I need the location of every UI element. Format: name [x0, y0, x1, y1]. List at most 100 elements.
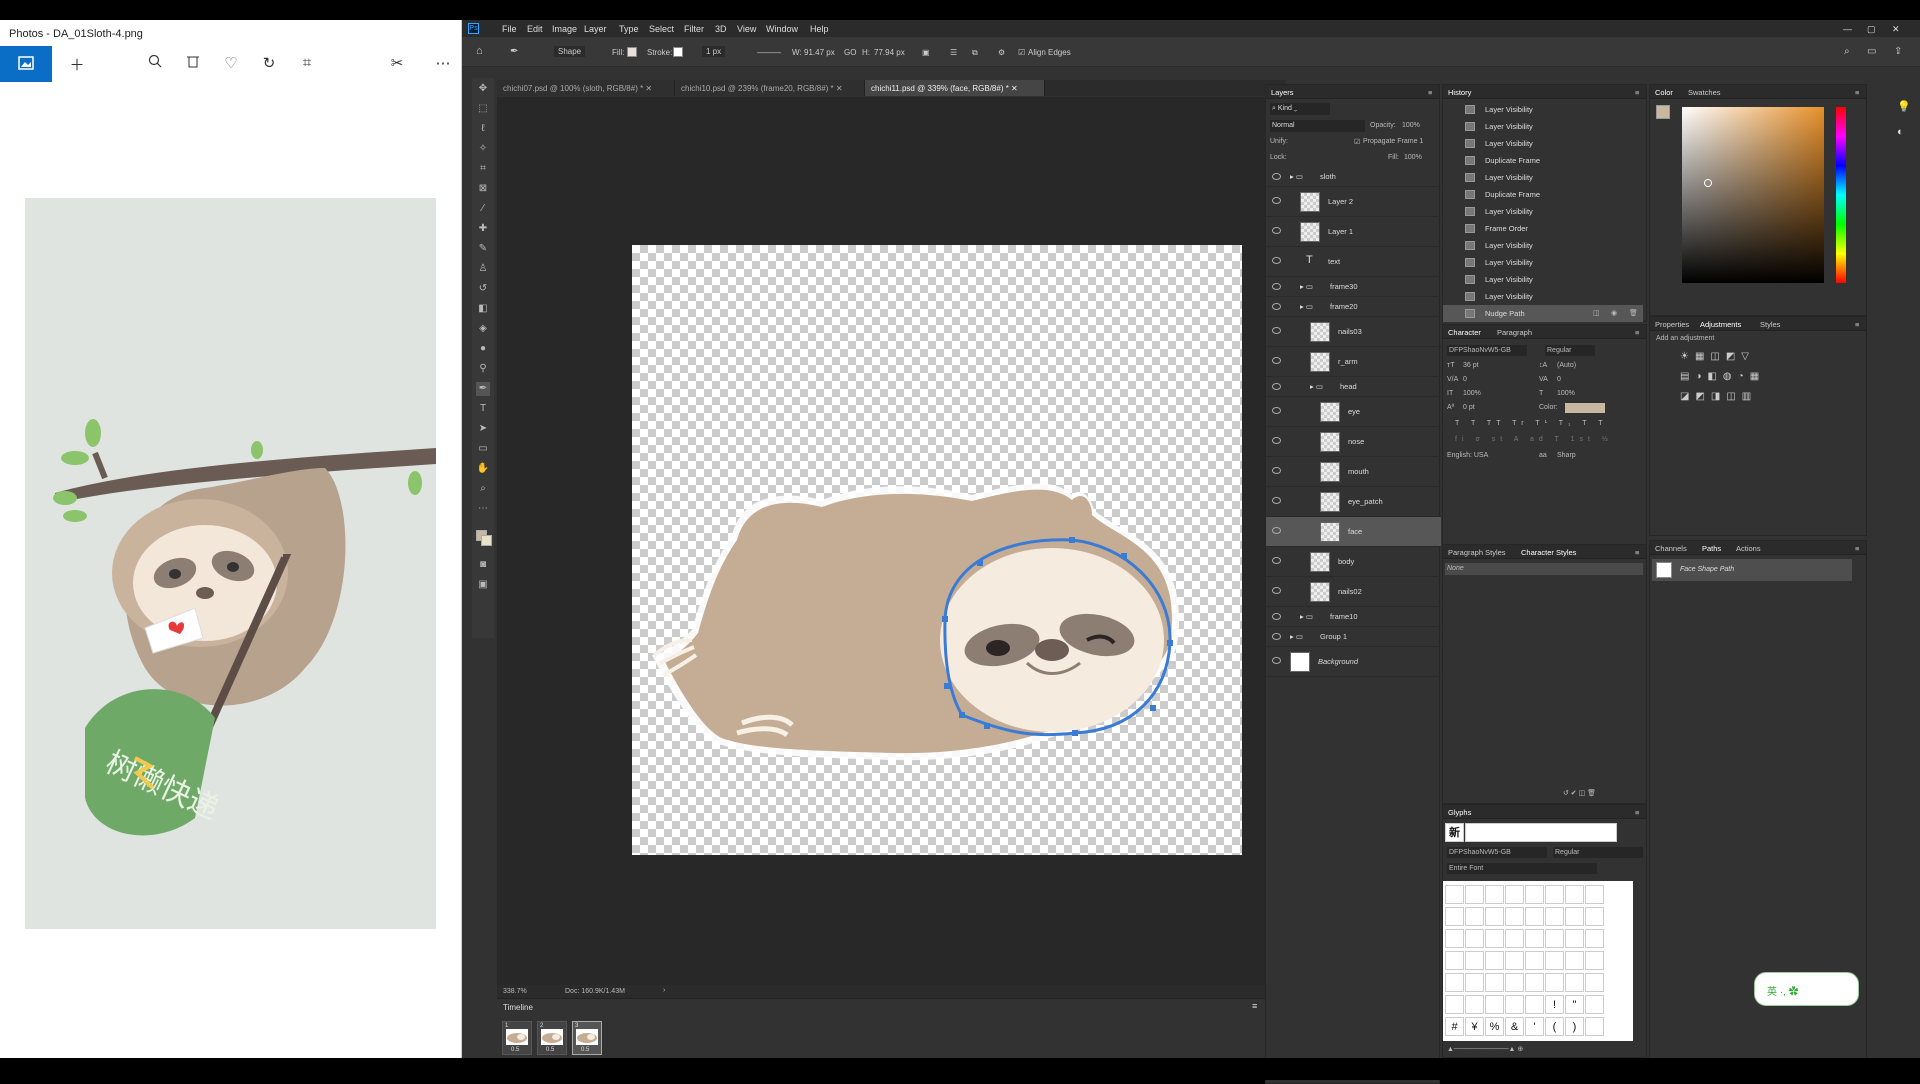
snapshot-icon[interactable]: ◫ — [1593, 309, 1600, 317]
document-canvas[interactable] — [632, 245, 1242, 855]
layer-row[interactable]: body — [1266, 547, 1441, 577]
glyph-cell[interactable] — [1465, 907, 1484, 926]
zoom-slider[interactable]: ▲───────────▲ ⊕ — [1447, 1045, 1523, 1053]
healing-brush-icon[interactable]: ✚ — [476, 222, 490, 236]
crop-icon[interactable]: ⌗ — [296, 54, 318, 71]
tab-chichi11[interactable]: chichi11.psd @ 339% (face, RGB/8#) * ✕ — [865, 80, 1045, 96]
layer-row[interactable]: eye — [1266, 397, 1441, 427]
lightbulb-icon[interactable]: 💡 — [1897, 100, 1911, 113]
glyph-cell[interactable] — [1585, 1017, 1604, 1036]
timeline-frame-1[interactable]: 1 0.5 — [502, 1021, 532, 1055]
eyedropper-icon[interactable]: ⁄ — [476, 202, 490, 216]
glyph-cell[interactable] — [1505, 951, 1524, 970]
history-item[interactable]: Layer Visibility — [1443, 101, 1643, 118]
blur-tool-icon[interactable]: ● — [476, 342, 490, 356]
image-icon[interactable] — [0, 46, 52, 82]
visibility-eye-icon[interactable] — [1272, 257, 1281, 264]
screen-mode-icon[interactable]: ▣ — [476, 578, 490, 592]
ime-widget[interactable]: 英 ·, ✿ — [1754, 972, 1859, 1006]
close-icon[interactable]: ✕ — [1892, 24, 1900, 35]
link-dims-button[interactable]: GO — [844, 48, 856, 57]
path-arrange-icon[interactable]: ⧉ — [972, 48, 978, 58]
layer-row[interactable]: nose — [1266, 427, 1441, 457]
visibility-eye-icon[interactable] — [1272, 467, 1281, 474]
history-item[interactable]: Layer Visibility — [1443, 118, 1643, 135]
glyph-cell[interactable] — [1465, 929, 1484, 948]
glyph-style-select[interactable]: Regular — [1553, 847, 1643, 858]
visibility-eye-icon[interactable] — [1272, 497, 1281, 504]
style-none-item[interactable]: None — [1445, 563, 1643, 575]
align-edges-checkbox[interactable]: ☑ — [1018, 48, 1025, 57]
layer-row[interactable]: Ttext — [1266, 247, 1441, 277]
quick-mask-icon[interactable]: ◙ — [476, 558, 490, 572]
glyph-cell[interactable]: " — [1565, 995, 1584, 1014]
history-item[interactable]: Layer Visibility — [1443, 271, 1643, 288]
history-item[interactable]: Duplicate Frame — [1443, 186, 1643, 203]
glyph-cell[interactable] — [1525, 929, 1544, 948]
panel-menu-icon[interactable]: ≡ — [1635, 88, 1639, 97]
fg-color-swatch[interactable] — [1656, 105, 1670, 119]
glyph-cell[interactable] — [1445, 951, 1464, 970]
glyph-cell[interactable] — [1505, 973, 1524, 992]
path-selection-icon[interactable]: ➤ — [476, 422, 490, 436]
menu-help[interactable]: Help — [810, 24, 829, 34]
glyph-cell[interactable] — [1445, 995, 1464, 1014]
glyph-cell[interactable] — [1565, 973, 1584, 992]
search-icon[interactable]: ⌕ — [1844, 46, 1850, 57]
marquee-tool-icon[interactable]: ⬚ — [476, 102, 490, 116]
layer-row[interactable]: Background — [1266, 647, 1441, 677]
glyph-cell[interactable] — [1465, 885, 1484, 904]
fill-input[interactable]: 100% — [1404, 154, 1422, 161]
glyph-cell[interactable] — [1525, 973, 1544, 992]
glyph-cell[interactable] — [1585, 907, 1604, 926]
glyph-cell[interactable] — [1465, 973, 1484, 992]
visibility-eye-icon[interactable] — [1272, 327, 1281, 334]
glyph-cell[interactable] — [1445, 885, 1464, 904]
glyph-cell[interactable]: ( — [1545, 1017, 1564, 1036]
glyph-cell[interactable]: ¥ — [1465, 1017, 1484, 1036]
stroke-width-input[interactable]: 1 px — [702, 46, 726, 57]
glyph-cell[interactable] — [1585, 995, 1604, 1014]
glyph-subset-select[interactable]: Entire Font — [1447, 863, 1597, 874]
maximize-icon[interactable]: ▢ — [1867, 24, 1876, 35]
glyph-cell[interactable]: % — [1485, 1017, 1504, 1036]
history-tab[interactable]: History — [1448, 88, 1471, 97]
add-icon[interactable]: ＋ — [66, 54, 88, 75]
timeline-frame-3[interactable]: 3 0.5 — [572, 1021, 602, 1055]
panel-menu-icon[interactable]: ≡ — [1855, 320, 1859, 329]
visibility-eye-icon[interactable] — [1272, 283, 1281, 290]
glyph-cell[interactable] — [1545, 907, 1564, 926]
style-action-icons[interactable]: ↺ ✔ ◫ 🗑 — [1563, 789, 1596, 797]
glyph-cell[interactable] — [1565, 951, 1584, 970]
font-size-input[interactable]: 36 pt — [1463, 362, 1479, 369]
hscale-input[interactable]: 100% — [1557, 390, 1575, 397]
width-input[interactable]: 91.47 px — [804, 48, 835, 57]
actions-tab[interactable]: Actions — [1736, 544, 1761, 553]
panel-menu-icon[interactable]: ≡ — [1855, 88, 1859, 97]
antialias-select[interactable]: Sharp — [1557, 452, 1576, 459]
fill-swatch[interactable] — [627, 47, 637, 57]
glyph-cell[interactable]: ! — [1545, 995, 1564, 1014]
kerning-input[interactable]: 0 — [1463, 376, 1467, 383]
zoom-tool-icon[interactable]: ⌕ — [476, 482, 490, 496]
glyph-cell[interactable] — [1545, 929, 1564, 948]
trash-icon[interactable]: 🗑 — [1629, 309, 1638, 317]
frame-delay[interactable]: 0.5 — [511, 1047, 519, 1053]
channels-tab[interactable]: Channels — [1655, 544, 1687, 553]
visibility-eye-icon[interactable] — [1272, 357, 1281, 364]
glyph-cell[interactable] — [1445, 973, 1464, 992]
glyph-cell[interactable] — [1545, 951, 1564, 970]
type-tool-icon[interactable]: T — [476, 402, 490, 416]
layer-row[interactable]: ▸ ▭ frame20 — [1266, 297, 1441, 317]
gear-icon[interactable]: ⚙ — [998, 48, 1005, 57]
history-item[interactable]: Layer Visibility — [1443, 237, 1643, 254]
rotate-icon[interactable]: ↻ — [258, 54, 280, 72]
brush-tool-icon[interactable]: ✎ — [476, 242, 490, 256]
glyph-cell[interactable] — [1525, 907, 1544, 926]
shape-mode-select[interactable]: Shape — [554, 46, 586, 57]
glyph-cell[interactable] — [1545, 973, 1564, 992]
history-item[interactable]: Layer Visibility — [1443, 288, 1643, 305]
glyph-cell[interactable] — [1585, 929, 1604, 948]
panel-menu-icon[interactable]: ≡ — [1855, 544, 1859, 553]
history-item[interactable]: Layer Visibility — [1443, 169, 1643, 186]
